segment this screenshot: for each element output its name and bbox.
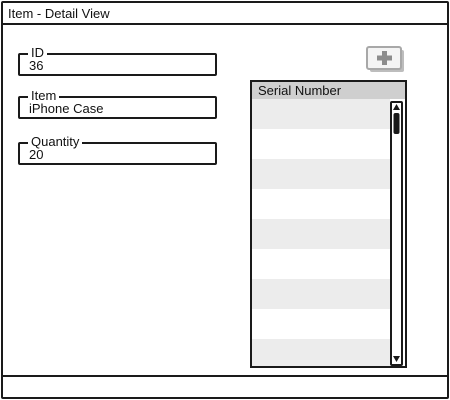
title-bar: Item - Detail View bbox=[3, 3, 447, 25]
serial-number-list[interactable]: Serial Number bbox=[250, 80, 407, 368]
list-item[interactable] bbox=[252, 309, 390, 339]
list-rows bbox=[252, 99, 390, 366]
list-header: Serial Number bbox=[252, 82, 405, 99]
item-value: iPhone Case bbox=[29, 101, 104, 116]
quantity-value: 20 bbox=[29, 147, 44, 162]
detail-window: Item - Detail View ID 36 Item iPhone Cas… bbox=[1, 1, 449, 399]
item-field[interactable]: Item iPhone Case bbox=[18, 89, 217, 119]
vertical-scrollbar[interactable] bbox=[390, 101, 403, 366]
list-item[interactable] bbox=[252, 129, 390, 159]
list-item[interactable] bbox=[252, 99, 390, 129]
window-title: Item - Detail View bbox=[8, 6, 110, 21]
id-value: 36 bbox=[29, 58, 44, 73]
plus-icon bbox=[366, 46, 404, 72]
list-item[interactable] bbox=[252, 189, 390, 219]
serial-number-header: Serial Number bbox=[258, 83, 342, 98]
list-item[interactable] bbox=[252, 339, 390, 366]
id-field[interactable]: ID 36 bbox=[18, 46, 217, 76]
quantity-field[interactable]: Quantity 20 bbox=[18, 135, 217, 165]
status-bar bbox=[3, 375, 447, 397]
add-serial-button[interactable] bbox=[366, 46, 406, 74]
scroll-down-arrow-icon[interactable] bbox=[393, 356, 400, 362]
list-item[interactable] bbox=[252, 279, 390, 309]
list-item[interactable] bbox=[252, 159, 390, 189]
scrollbar-thumb[interactable] bbox=[393, 113, 400, 134]
scroll-up-arrow-icon[interactable] bbox=[393, 104, 400, 110]
scrollbar-graphic bbox=[393, 104, 400, 362]
list-item[interactable] bbox=[252, 219, 390, 249]
list-item[interactable] bbox=[252, 249, 390, 279]
